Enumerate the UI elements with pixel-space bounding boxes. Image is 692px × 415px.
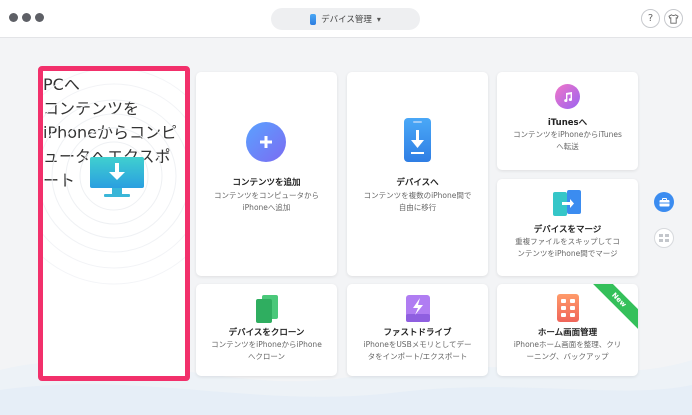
add-card-title: コンテンツを追加 (232, 178, 301, 188)
homescreen-card-title: ホーム画面管理 (537, 328, 598, 338)
fast-drive-card[interactable]: ファストドライブ iPhoneをUSBメモリとしてデー タをインポート/エクスポ… (347, 284, 488, 376)
clone-card-desc-line1: コンテンツをiPhoneからiPhone (211, 340, 322, 349)
window-minimize-button[interactable] (22, 13, 31, 22)
itunes-card-desc-line1: コンテンツをiPhoneからiTunes (513, 130, 622, 139)
merge-devices-card[interactable]: デバイスをマージ 重複ファイルをスキップしてコ ンテンツをiPhone間でマージ (497, 179, 638, 276)
grid-icon (659, 234, 669, 242)
device-selector[interactable]: デバイス管理 ▾ (271, 8, 420, 30)
toolbox-mode-button[interactable] (654, 192, 674, 212)
pc-export-card[interactable]: PCへ コンテンツをiPhoneからコンピ ュータへエクスポート (38, 66, 190, 381)
to-itunes-card[interactable]: iTunesへ コンテンツをiPhoneからiTunes へ転送 (497, 72, 638, 170)
fastdrive-card-desc-line2: タをインポート/エクスポート (367, 352, 468, 361)
device-card-desc-line1: コンテンツを複数のiPhone間で (363, 191, 472, 200)
itunes-card-title: iTunesへ (547, 118, 588, 128)
category-mode-button[interactable] (654, 228, 674, 248)
merge-card-desc-line2: ンテンツをiPhone間でマージ (517, 249, 618, 258)
clone-card-title: デバイスをクローン (228, 328, 305, 338)
add-content-card[interactable]: コンテンツを追加 コンテンツをコンピュータから iPhoneへ追加 (196, 72, 337, 276)
merge-icon (553, 190, 581, 216)
clone-device-card[interactable]: デバイスをクローン コンテンツをiPhoneからiPhone へクローン (196, 284, 337, 376)
device-card-desc-line2: 自由に移行 (398, 203, 437, 212)
ripple-rings (43, 71, 185, 285)
device-selector-label: デバイス管理 (321, 15, 372, 25)
homescreen-card-desc-line1: iPhoneホーム画面を整理、クリ (513, 340, 622, 349)
add-icon (246, 122, 286, 162)
feedback-button[interactable] (664, 9, 683, 28)
toolbox-icon (659, 197, 669, 206)
to-device-card[interactable]: デバイスへ コンテンツを複数のiPhone間で 自由に移行 (347, 72, 488, 276)
add-card-desc-line2: iPhoneへ追加 (242, 203, 291, 212)
home-screen-card[interactable]: New ホーム画面管理 iPhoneホーム画面を整理、クリ ーニング、バックアッ… (497, 284, 638, 376)
homescreen-card-desc-line2: ーニング、バックアップ (526, 352, 609, 361)
iphone-icon (310, 13, 317, 25)
fastdrive-card-title: ファストドライブ (383, 328, 452, 338)
clone-icon (256, 295, 278, 323)
window-zoom-button[interactable] (35, 13, 44, 22)
iphone-transfer-icon (404, 118, 431, 162)
monitor-download-icon (90, 157, 144, 197)
merge-card-desc-line1: 重複ファイルをスキップしてコ (515, 237, 620, 246)
window-close-button[interactable] (9, 13, 18, 22)
add-card-desc-line1: コンテンツをコンピュータから (214, 191, 319, 200)
help-label: ? (647, 13, 654, 24)
device-card-title: デバイスへ (396, 178, 439, 188)
fastdrive-card-desc-line1: iPhoneをUSBメモリとしてデー (363, 340, 472, 349)
help-button[interactable]: ? (641, 9, 660, 28)
itunes-icon (555, 84, 580, 109)
itunes-card-desc-line2: へ転送 (556, 142, 579, 151)
title-bar: デバイス管理 ▾ ? (0, 0, 692, 38)
shirt-icon (668, 13, 679, 24)
clone-card-desc-line2: へクローン (247, 352, 286, 361)
chevron-down-icon: ▾ (376, 14, 381, 24)
usb-drive-icon (406, 295, 430, 322)
merge-card-title: デバイスをマージ (533, 225, 602, 235)
home-screen-icon (557, 294, 579, 322)
